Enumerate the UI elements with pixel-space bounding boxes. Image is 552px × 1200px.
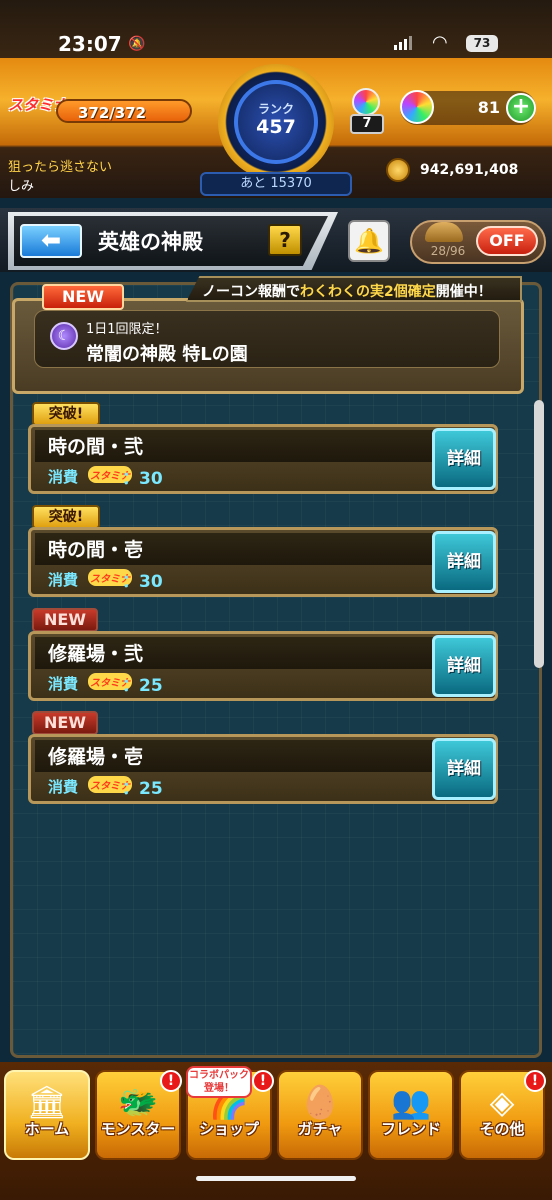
cost-label: 消費 — [48, 778, 79, 796]
monster-alert-badge: ! — [160, 1070, 182, 1092]
collab-pack-tag: コラボパック登場！ — [186, 1066, 252, 1098]
featured-subtitle: 1日1回限定！ — [86, 322, 168, 337]
quest-name: 時の間・弐 — [48, 436, 144, 458]
player-name: しみ — [8, 179, 35, 194]
bell-icon[interactable]: 🔔 — [348, 220, 390, 262]
signal-icon — [394, 36, 412, 50]
gold-coin-icon — [386, 158, 410, 182]
quest-name: 時の間・壱 — [48, 539, 144, 561]
new-badge: NEW — [32, 608, 98, 632]
breakout-badge: 突破! — [32, 505, 100, 529]
cost-label: 消費 — [48, 468, 79, 486]
orb-count: 81 — [477, 98, 500, 117]
breakout-badge: 突破! — [32, 402, 100, 426]
rank-value: 457 — [256, 116, 296, 138]
nav-shop-label: ショップ — [198, 1120, 259, 1138]
detail-button[interactable]: 詳細 — [432, 635, 496, 697]
nav-home-label: ホーム — [24, 1120, 70, 1138]
event-banner-text: ノーコン報酬でわくわくの実2個確定開催中！ — [202, 281, 492, 301]
nav-gacha-label: ガチャ — [297, 1120, 343, 1138]
home-gesture-bar[interactable] — [196, 1176, 356, 1181]
clock: 23:07 — [58, 32, 122, 56]
rank-next-exp: あと 15370 — [200, 172, 352, 196]
orb-capsule-count: 7 — [350, 114, 384, 134]
rank-label: ランク — [257, 102, 294, 116]
nav-friend-label: フレンド — [380, 1120, 441, 1138]
mute-bell-icon: 🔕 — [128, 36, 146, 52]
off-button[interactable]: OFF — [476, 226, 538, 256]
back-button[interactable]: ⬅ — [20, 224, 82, 258]
stamina-value: 372/372 — [78, 104, 147, 122]
buy-orbs-button[interactable]: + — [506, 93, 536, 123]
detail-button[interactable]: 詳細 — [432, 428, 496, 490]
detail-button[interactable]: 詳細 — [432, 531, 496, 593]
battery-indicator: 73 — [466, 35, 498, 52]
event-highlight: わくわくの実2個確定 — [300, 284, 436, 300]
nav-monster-label: モンスター — [100, 1120, 176, 1138]
dark-element-icon: ☾ — [50, 322, 78, 350]
wifi-icon: ◠ — [432, 32, 448, 53]
page-title: 英雄の神殿 — [98, 230, 203, 254]
new-badge: NEW — [32, 711, 98, 735]
scrollbar[interactable] — [534, 400, 544, 668]
event-suffix: 開催中！ — [435, 284, 492, 300]
detail-button[interactable]: 詳細 — [432, 738, 496, 800]
help-button[interactable]: ? — [268, 224, 302, 256]
orb-capsule-icon[interactable] — [352, 88, 380, 116]
gold-amount: 942,691,408 — [420, 162, 519, 178]
auto-play-count: 28/96 — [430, 244, 466, 258]
nav-other-label: その他 — [479, 1120, 525, 1138]
cost-value: ：30 — [122, 469, 163, 489]
shop-alert-badge: ! — [252, 1070, 274, 1092]
quest-name: 修羅場・弐 — [48, 643, 144, 665]
player-title: 狙ったら逃さない — [8, 160, 113, 175]
orb-icon — [400, 90, 434, 124]
cost-label: 消費 — [48, 571, 79, 589]
cost-value: ：25 — [122, 676, 163, 696]
status-bar: 23:07 🔕 ◠ 73 — [0, 0, 552, 58]
new-badge: NEW — [42, 284, 124, 310]
cost-value: ：30 — [122, 572, 163, 592]
featured-title: 常闇の神殿 特Lの園 — [86, 344, 248, 365]
quest-name: 修羅場・壱 — [48, 746, 144, 768]
cost-label: 消費 — [48, 675, 79, 693]
other-alert-badge: ! — [524, 1070, 546, 1092]
cost-value: ：25 — [122, 779, 163, 799]
event-prefix: ノーコン報酬で — [202, 284, 300, 300]
